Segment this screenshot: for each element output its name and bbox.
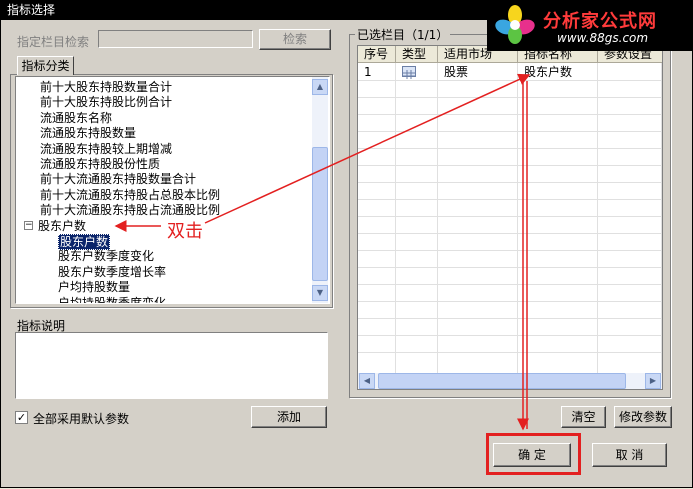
col-header-index[interactable]: 序号 [358,46,396,63]
scroll-right-icon[interactable]: ▶ [645,373,661,389]
collapse-icon[interactable]: − [24,220,33,230]
scroll-thumb[interactable] [312,147,328,281]
search-input[interactable] [98,30,253,48]
tree-item-label[interactable]: 前十大股东持股比例合计 [40,95,172,109]
search-button[interactable]: 检索 [259,29,331,50]
default-params-label: 全部采用默认参数 [33,412,130,426]
cancel-button[interactable]: 取 消 [592,443,667,467]
scroll-up-icon[interactable]: ▲ [312,79,328,95]
tree-item-label[interactable]: 流通股东名称 [40,111,112,125]
logo-url: www.88gs.com [557,31,649,45]
ok-button[interactable]: 确 定 [493,443,571,467]
tree-vscroll[interactable]: ▲ ▼ [312,77,328,303]
double-click-annotation: 双击 [167,221,203,242]
window-title: 指标选择 [7,3,56,17]
site-logo: 分析家公式网 www.88gs.com [487,1,692,51]
clear-button[interactable]: 清空 [561,406,606,428]
row-market: 股票 [444,65,469,79]
tree-item-label[interactable]: 前十大流通股东持股占流通股比例 [40,203,220,217]
indicator-tree[interactable]: 前十大股东持股数量合计 前十大股东持股比例合计 流通股东名称 流通股东持股数量流通股东… [15,76,330,304]
tree-item-label[interactable]: 前十大流通股东持股数量合计 [40,172,196,186]
tree-item-selected[interactable]: 股东户数 [58,234,111,250]
tree-item-label[interactable]: 户均持股数季度变化 [58,296,166,303]
tree-item-label[interactable]: 流通股东持股股份性质 [40,157,160,171]
tree-item-label[interactable]: 股东户数季度增长率 [58,265,166,279]
add-button[interactable]: 添加 [251,406,327,428]
tree-item-label[interactable]: 流通股东持股数量 [40,126,136,140]
scroll-left-icon[interactable]: ◀ [359,373,375,389]
tree-item-label[interactable]: 户均持股数量 [58,280,130,294]
table-icon [402,66,416,79]
indicator-select-dialog: 指标选择 指定栏目检索 检索 指标分类 前十大股东持股数量合计 前十大股东持股比例… [0,0,693,488]
tree-item-label[interactable]: 前十大股东持股数量合计 [40,80,172,94]
selected-grid[interactable]: 序号 类型 适用市场 指标名称 参数设置 1 股票 股东户数 ◀ ▶ [357,45,663,390]
tab-indicator-category[interactable]: 指标分类 [17,56,74,75]
hscroll-thumb[interactable] [378,373,626,389]
tree-item-label[interactable]: 流通股东持股较上期增减 [40,142,172,156]
description-box [15,332,328,399]
tree-item-label[interactable]: 前十大流通股东持股占总股本比例 [40,188,220,202]
modify-params-button[interactable]: 修改参数 [614,406,672,428]
selected-panel-label: 已选栏目（1/1） [355,26,451,43]
flower-logo-icon [495,5,535,44]
col-header-type[interactable]: 类型 [396,46,438,63]
tree-item-label[interactable]: 股东户数 [38,219,86,233]
search-label: 指定栏目检索 [17,35,90,49]
grid-hscroll[interactable]: ◀ ▶ [358,373,662,389]
scroll-down-icon[interactable]: ▼ [312,285,328,301]
row-index: 1 [364,65,372,79]
row-name: 股东户数 [524,65,573,79]
tree-item-label[interactable]: 股东户数季度变化 [58,249,154,263]
default-params-checkbox[interactable]: ✓ [15,411,28,424]
logo-brand: 分析家公式网 [543,11,657,32]
